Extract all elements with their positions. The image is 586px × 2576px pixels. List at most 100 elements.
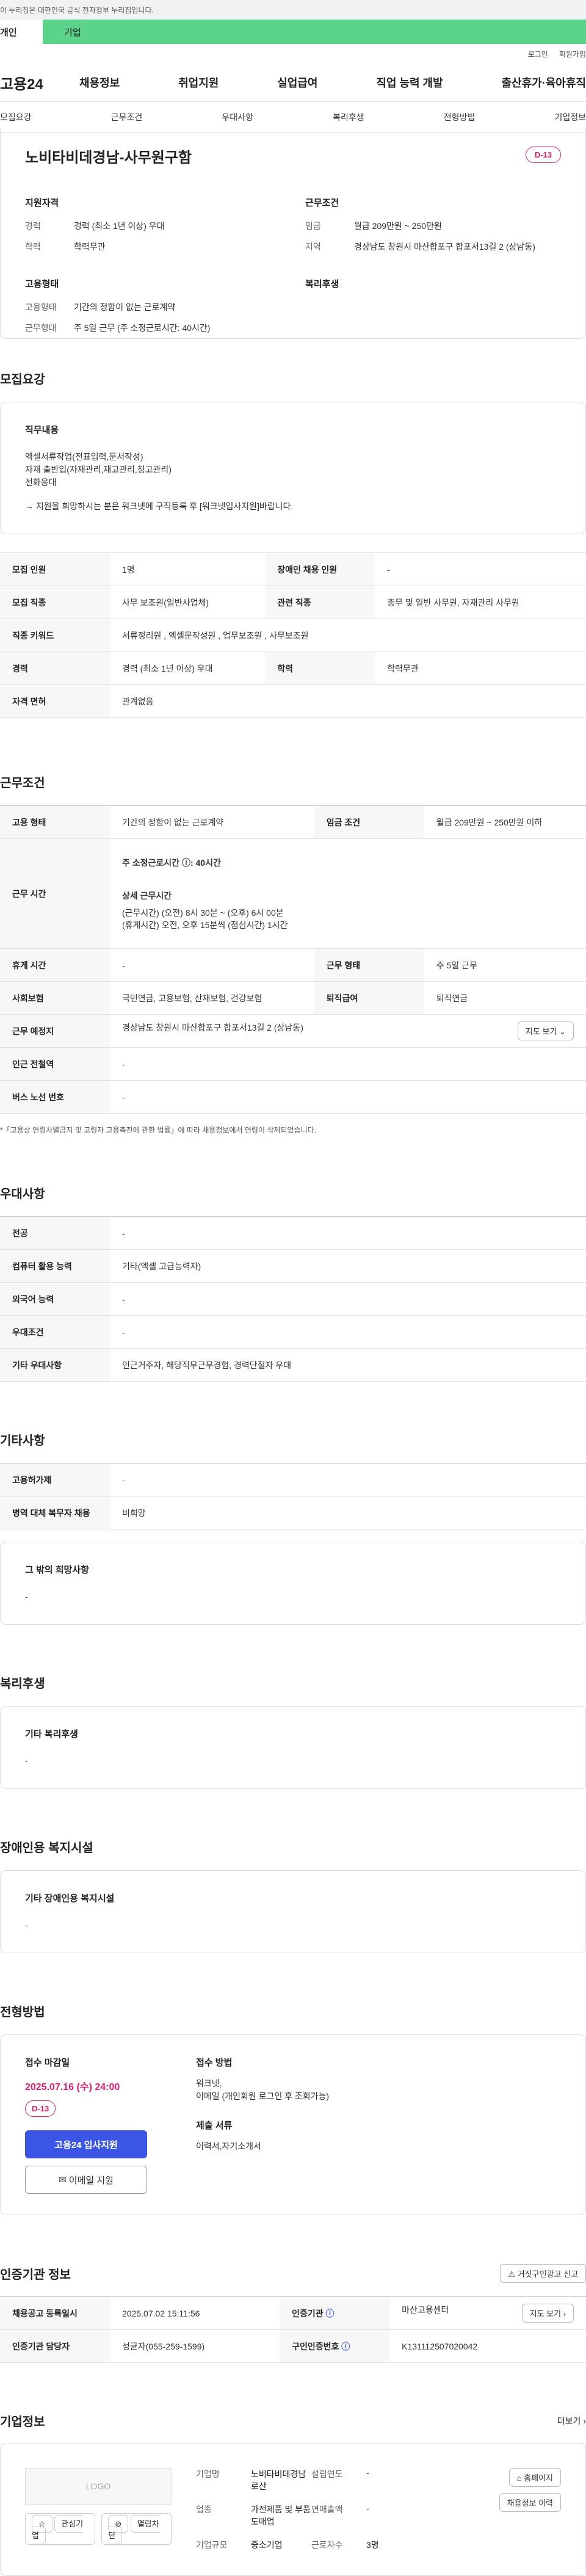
gnb-item-leave[interactable]: 출산휴가·육아휴직 [502,74,586,90]
cert-table: 채용공고 등록일시 2025.07.02 15:11:56 인증기관 ⓘ 마산고용센터… [0,2296,586,2363]
cond-heading: 근무조건 [305,198,339,208]
info-value: 노비타비데경남로산 [251,2469,306,2491]
login-link[interactable]: 로그인 [528,49,548,59]
info-icon[interactable]: ⓘ [341,2342,350,2351]
welfare-section-title: 복리후생 [0,1677,45,1691]
cell-value: 2025.07.02 15:11:56 [110,2296,280,2330]
method-heading: 접수 방법 [196,2058,233,2068]
tab-company[interactable]: 기업 [43,20,586,44]
tab-pref[interactable]: 우대사항 [222,111,253,123]
qual-value: 경력 (최소 1년 이상) 우대 [74,221,165,231]
deadline-heading: 접수 마감일 [25,2058,70,2068]
table-row: 전공 - [0,1216,586,1250]
home-icon: ⌂ [516,2473,522,2483]
history-button[interactable]: 채용정보 이력 [499,2493,561,2512]
docs-heading: 제출 서류 [196,2121,233,2131]
tab-personal[interactable]: 개인 [0,20,43,44]
gnb-item-jobs[interactable]: 채용정보 [79,74,120,90]
cell-key: 모집 인원 [0,553,110,586]
hours-cell: 주 소정근로시간 ⓘ: 40시간 상세 근무시간 (근무시간) (오전) 8시 … [110,838,586,949]
info-icon[interactable]: ⓘ [326,2309,335,2318]
cell-key: 경력 [0,651,110,685]
hours-detail-line: (휴게시간) 오전, 오후 15분씩 (점심시간) 1시간 [122,920,288,930]
cell-key: 퇴직급여 [314,981,424,1015]
map-button[interactable]: 지도 보기 › [521,2304,574,2323]
info-value: - [366,2468,369,2478]
cell-key: 인증기관 담당자 [0,2329,110,2363]
summary-card: 노비타비데경남-사무원구함 D-13 지원자격 경력 경력 (최소 1년 이상) … [0,128,586,339]
table-row: 컴퓨터 활용 능력 기타(엑셀 고급능력자) [0,1249,586,1283]
cell-key: 고용허가제 [0,1463,110,1497]
map-button[interactable]: 지도 보기 ⌄ [518,1021,574,1040]
table-row: 사회보험 국민연금, 고용보험, 산재보험, 건강보험 퇴직급여 퇴직연금 [0,981,586,1015]
gnb-item-training[interactable]: 직업 능력 개발 [376,74,443,90]
gov-notice-bar: 이 누리집은 대한민국 공식 전자정부 누리집입니다. [0,0,586,20]
tab-work[interactable]: 근무조건 [111,111,143,123]
cell-key: 근무 형태 [314,948,424,982]
table-row: 고용 형태 기간의 정함이 없는 근로계약 임금 조건 월급 209만원 ~ 250만… [0,805,586,839]
job-desc-note: → 지원을 희망하시는 분은 워크넷에 구직등록 후 [워크넷입사지원]바랍니다… [25,501,294,511]
map-button-label: 지도 보기 [526,1027,557,1036]
table-row: 채용공고 등록일시 2025.07.02 15:11:56 인증기관 ⓘ 마산고용센터… [0,2296,586,2330]
method-line: 워크넷, [196,2078,222,2088]
disabled-heading: 기타 장애인용 복지시설 [25,1893,115,1904]
tab-company[interactable]: 기업정보 [554,111,586,123]
report-button[interactable]: ⚠ 거짓구인광고 신고 [500,2264,586,2283]
emp-value: 주 5일 근무 (주 소정근로시간: 40시간) [74,323,211,333]
docs-value: 이력서,자기소개서 [196,2141,261,2151]
siren-icon: ⚠ [508,2269,516,2279]
disabled-section-title: 장애인용 복지시설 [0,1841,93,1855]
age-note: *「고용상 연령차별금지 및 고령자 고용촉진에 관한 법률」에 따라 채용정보… [0,1126,316,1134]
apply-button[interactable]: 고용24 입사지원 [25,2130,147,2158]
homepage-button[interactable]: ⌂ 홈페이지 [508,2468,561,2487]
info-value: 3명 [366,2540,379,2550]
cell-key: 채용공고 등록일시 [0,2296,110,2330]
cell-value: 1명 [110,553,266,586]
hours-detail-heading: 상세 근무시간 [122,890,172,901]
hours-bold: 주 소정근로시간 ⓘ: 40시간 [122,857,221,868]
pref-section-title: 우대사항 [0,1188,45,1201]
info-value: 중소기업 [251,2540,283,2550]
email-apply-label: 이메일 지원 [68,2175,114,2186]
join-link[interactable]: 회원가입 [559,49,586,59]
info-key: 기업규모 [196,2540,228,2550]
place-value: 경상남도 창원시 마산합포구 합포서13길 2 (상남동) [122,1023,303,1032]
gnb-menu: 채용정보 취업지원 실업급여 직업 능력 개발 출산휴가·육아휴직 [79,74,586,90]
tab-welfare[interactable]: 복리후생 [333,111,364,123]
cell-key: 병역 대체 복무자 채용 [0,1496,110,1529]
cell-key: 인증기관 ⓘ [280,2296,390,2330]
gnb-item-support[interactable]: 취업지원 [178,74,219,90]
table-row: 자격 면허 관계없음 [0,684,586,718]
work-table: 고용 형태 기간의 정함이 없는 근로계약 임금 조건 월급 209만원 ~ 250만… [0,805,586,1114]
cell-value: 인근거주자, 해당직무근무경험, 경력단절자 우대 [110,1348,586,1382]
block-button[interactable]: ⊘ 열람차단 [101,2513,172,2545]
email-apply-button[interactable]: ✉ 이메일 지원 [25,2166,147,2194]
info-key: 연매출액 [311,2505,343,2514]
more-link[interactable]: 더보기 › [557,2415,586,2427]
cell-key: 구인인증번호 ⓘ [280,2329,390,2363]
tab-apply[interactable]: 전형방법 [444,111,476,123]
cert-header: 인증기관 정보 ⚠ 거짓구인광고 신고 [0,2264,586,2283]
cell-value: 월급 209만원 ~ 250만원 이하 [424,805,586,839]
gnb-item-benefits[interactable]: 실업급여 [277,74,317,90]
table-row: 버스 노선 번호 - [0,1080,586,1114]
tab-recruit[interactable]: 모집요강 [0,111,32,123]
cell-value: 기간의 정함이 없는 근로계약 [110,805,314,839]
cell-value: - [110,1282,586,1316]
chevron-down-icon: ⌄ [559,1027,566,1036]
cell-value: 경력 (최소 1년 이상) 우대 [110,651,266,685]
recruit-section-title: 모집요강 [0,373,45,386]
chevron-right-icon: › [583,2415,586,2426]
place-cell: 경상남도 창원시 마산합포구 합포서13길 2 (상남동) 지도 보기 ⌄ [110,1014,586,1048]
hours-detail-line: (근무시간) (오전) 8시 30분 ~ (오후) 6시 00분 [122,907,284,918]
wish-box: 그 밖의 희망사항 - [0,1542,586,1625]
welfare-heading: 기타 복리후생 [25,1729,78,1740]
qual-heading: 지원자격 [25,198,59,208]
cell-key: 임금 조건 [314,805,424,839]
favorite-button[interactable]: ☆ 관심기업 [25,2513,96,2545]
table-row: 근무 예정지 경상남도 창원시 마산합포구 합포서13길 2 (상남동) 지도 보기… [0,1014,586,1048]
apply-box: 접수 마감일 2025.07.16 (수) 24:00 D-13 고용24 입사… [0,2034,586,2215]
table-row: 근무 시간 주 소정근로시간 ⓘ: 40시간 상세 근무시간 (근무시간) (오… [0,838,586,949]
company-box: LOGO ☆ 관심기업 ⊘ 열람차단 기업명 노비타비데경남로산 설립연도 - 업종 가… [0,2443,586,2576]
site-logo[interactable]: 고용24 [0,72,79,93]
